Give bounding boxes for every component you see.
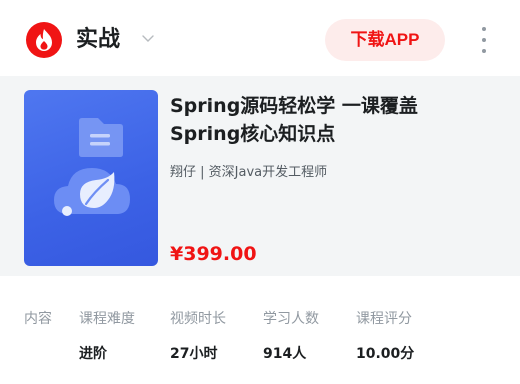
stat-value-duration: 27小时 <box>170 346 218 362</box>
course-stats: 内容 课程难度 视频时长 学习人数 课程评分 进阶 27小时 914人 10.0… <box>0 276 520 384</box>
course-price: ¥399.00 <box>170 243 257 265</box>
course-title[interactable]: Spring源码轻松学 一课覆盖 Spring核心知识点 <box>170 92 500 148</box>
more-vertical-icon[interactable] <box>474 22 494 58</box>
stat-label-rating: 课程评分 <box>356 311 412 327</box>
folder-icon <box>79 118 123 157</box>
app-header: 实战 下载APP <box>0 0 520 76</box>
stat-label-difficulty: 课程难度 <box>79 311 135 327</box>
brand-title[interactable]: 实战 <box>76 24 120 56</box>
course-card[interactable]: Spring源码轻松学 一课覆盖 Spring核心知识点 翔仔 | 资深Java… <box>0 76 520 276</box>
course-title-line-2: Spring核心知识点 <box>170 123 336 145</box>
tab-content[interactable]: 内容 <box>24 309 52 329</box>
course-cover-image[interactable] <box>24 90 158 266</box>
stat-value-rating: 10.00分 <box>356 346 415 362</box>
course-title-line-1: Spring源码轻松学 一课覆盖 <box>170 95 418 117</box>
download-app-button[interactable]: 下载APP <box>325 19 445 61</box>
stat-label-duration: 视频时长 <box>170 311 226 327</box>
teacher-info: 翔仔 | 资深Java开发工程师 <box>170 165 328 180</box>
stat-value-difficulty: 进阶 <box>79 346 107 362</box>
chevron-down-icon[interactable] <box>140 30 156 46</box>
cloud-leaf-icon <box>54 168 130 216</box>
flame-logo-icon[interactable] <box>26 22 62 58</box>
stat-label-learners: 学习人数 <box>263 311 319 327</box>
stat-value-learners: 914人 <box>263 346 307 362</box>
